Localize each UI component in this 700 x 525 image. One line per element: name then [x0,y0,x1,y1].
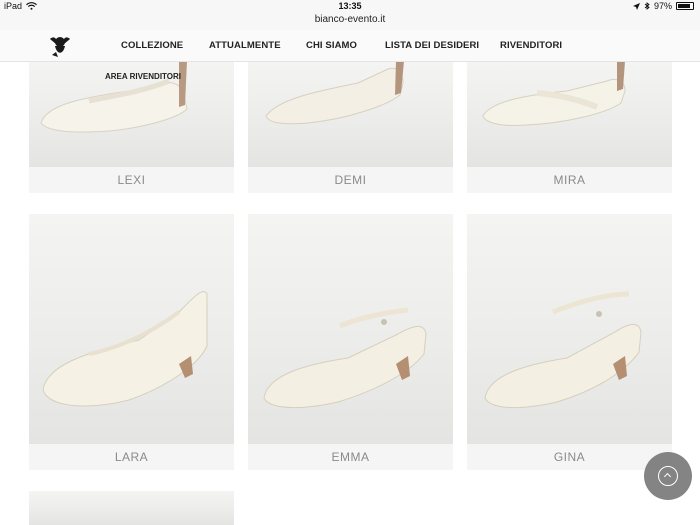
scroll-to-top-button[interactable] [644,452,692,500]
address-bar[interactable]: bianco-evento.it [0,13,700,30]
clock: 13:35 [338,1,362,11]
status-right: 97% [632,1,694,11]
nav-chi-siamo[interactable]: CHI SIAMO [306,40,357,51]
product-image[interactable] [29,214,234,444]
product-image[interactable] [467,214,672,444]
chevron-up-icon [658,466,678,486]
product-name[interactable]: LARA [29,444,234,470]
battery-percent: 97% [653,1,672,11]
nav-rivenditori[interactable]: RIVENDITORI [500,40,562,51]
shoe-illustration [265,61,404,125]
product-image[interactable] [248,61,453,167]
product-name[interactable]: MIRA [467,167,672,193]
shoe-illustration [263,307,427,409]
product-name[interactable]: DEMI [248,167,453,193]
shoe-illustration [482,61,626,126]
shoe-illustration [42,291,208,407]
submenu-area-rivenditori[interactable]: AREA RIVENDITORI [105,72,181,81]
nav-lista-dei-desideri[interactable]: LISTA DEI DESIDERI [385,40,479,51]
status-bar: iPad 13:35 97% [0,0,700,13]
product-name[interactable]: LEXI [29,167,234,193]
shoe-illustration [484,291,642,409]
main-navigation: COLLEZIONE ATTUALMENTE CHI SIAMO LISTA D… [0,30,700,62]
product-image[interactable] [467,61,672,167]
product-image[interactable] [248,214,453,444]
nav-attualmente[interactable]: ATTUALMENTE [209,40,281,51]
cherub-logo-icon[interactable] [46,33,74,59]
product-image[interactable] [29,491,234,525]
product-name[interactable]: GINA [467,444,672,470]
bluetooth-icon [644,2,650,10]
location-icon [632,2,640,10]
battery-icon [676,2,694,10]
nav-collezione[interactable]: COLLEZIONE [121,40,183,51]
product-name[interactable]: EMMA [248,444,453,470]
